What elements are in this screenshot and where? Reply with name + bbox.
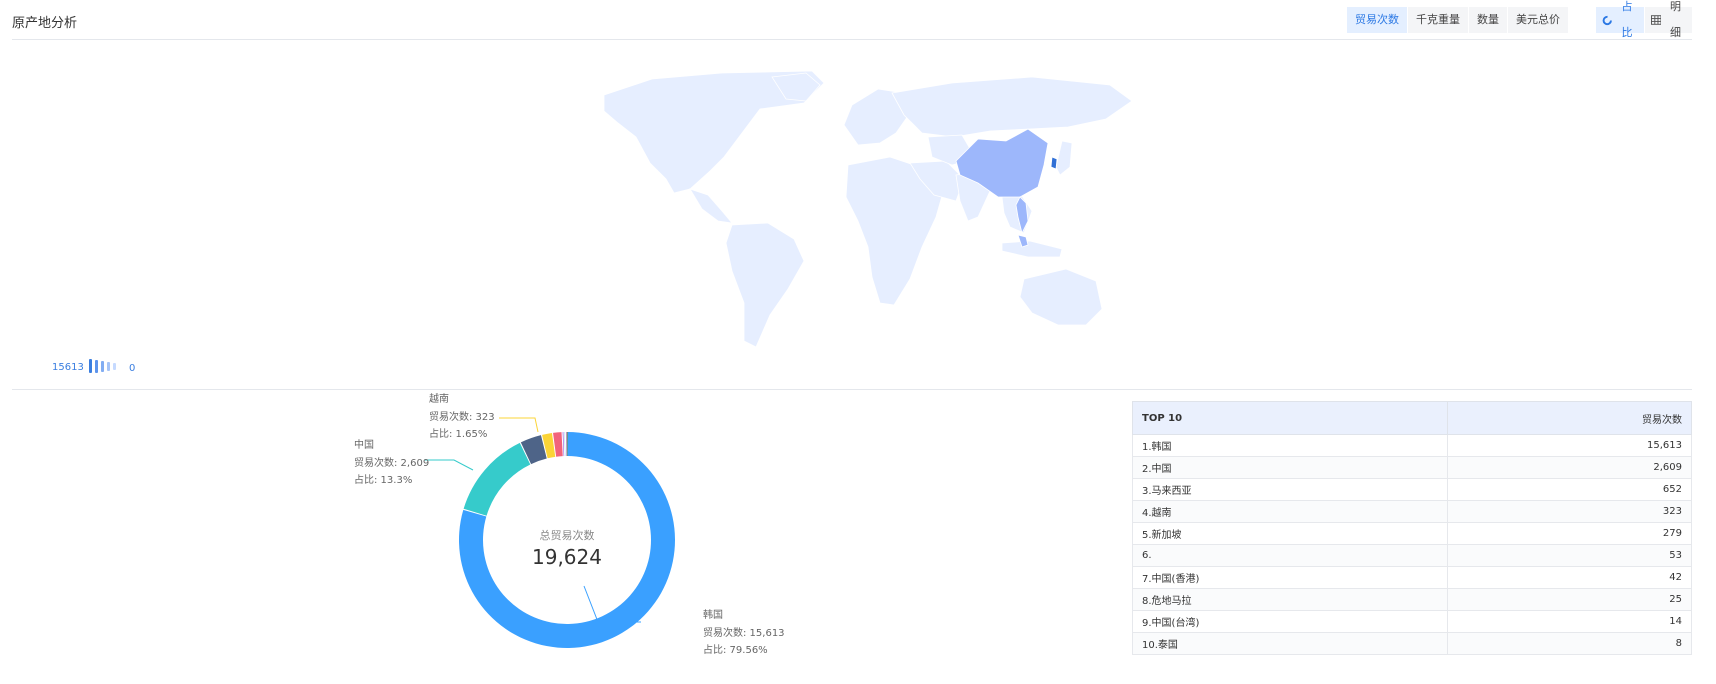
map-legend-min: 0: [129, 363, 136, 374]
cell-country: 8.危地马拉: [1131, 588, 1449, 611]
metric-usd-total-button[interactable]: 美元总价: [1508, 7, 1568, 33]
map-australia[interactable]: [1019, 268, 1103, 326]
table-header-row: TOP 10 贸易次数: [1131, 401, 1692, 435]
map-russia[interactable]: [891, 76, 1132, 138]
map-indonesia[interactable]: [1001, 240, 1063, 258]
donut-slice-2[interactable]: [463, 442, 531, 516]
view-detail-label: 明细: [1670, 0, 1681, 39]
table-header-name: TOP 10: [1131, 401, 1449, 435]
grid-icon: [1650, 15, 1661, 25]
callout-vietnam-count: 贸易次数: 323: [429, 411, 495, 423]
metric-quantity-button[interactable]: 数量: [1469, 7, 1507, 33]
table-row: 4.越南 323: [1131, 500, 1692, 523]
leader-line-china: [424, 459, 474, 471]
metric-toggle-group: 贸易次数 千克重量 数量 美元总价: [1347, 7, 1568, 33]
cell-country: 1.韩国: [1131, 434, 1449, 457]
callout-china-count: 贸易次数: 2,609: [354, 457, 430, 469]
callout-vietnam-name: 越南: [429, 394, 449, 405]
callout-china-name: 中国: [354, 440, 374, 451]
table-row: 8.危地马拉 25: [1131, 588, 1692, 611]
table-row: 9.中国(台湾) 14: [1131, 610, 1692, 633]
map-japan[interactable]: [1055, 140, 1073, 176]
cell-value: 8: [1447, 632, 1692, 655]
cell-country: 4.越南: [1131, 500, 1449, 523]
table-header-value[interactable]: 贸易次数: [1447, 401, 1692, 435]
map-central-america[interactable]: [689, 188, 733, 224]
callout-korea: 韩国 贸易次数: 15,613 占比: 79.56%: [703, 607, 785, 660]
leader-line-vietnam: [499, 417, 539, 433]
table-row: 3.马来西亚 652: [1131, 478, 1692, 501]
cell-country: 2.中国: [1131, 456, 1449, 479]
table-row: 10.泰国 8: [1131, 632, 1692, 655]
map-south-korea[interactable]: [1050, 156, 1058, 170]
donut-icon: [1602, 15, 1612, 25]
map-south-america[interactable]: [725, 222, 805, 348]
cell-value: 652: [1447, 478, 1692, 501]
callout-china-share: 占比: 13.3%: [354, 475, 413, 486]
view-detail-button[interactable]: 明细: [1644, 0, 1692, 39]
callout-vietnam: 越南 贸易次数: 323 占比: 1.65%: [429, 391, 495, 444]
page-title: 原产地分析: [12, 16, 78, 31]
donut-slice-7[interactable]: [564, 432, 566, 457]
header-bar: 原产地分析 贸易次数 千克重量 数量 美元总价 占比 明细: [12, 0, 1692, 40]
top10-table: TOP 10 贸易次数 1.韩国 15,613 2.中国 2,609 3.马来西亚 6…: [1131, 401, 1692, 655]
cell-value: 53: [1447, 544, 1692, 567]
callout-korea-share: 占比: 79.56%: [703, 645, 768, 656]
view-toggle-group: 占比 明细: [1596, 0, 1692, 39]
cell-value: 25: [1447, 588, 1692, 611]
donut-slice-6[interactable]: [562, 432, 565, 457]
cell-value: 15,613: [1447, 434, 1692, 457]
callout-vietnam-share: 占比: 1.65%: [429, 429, 488, 440]
view-share-button[interactable]: 占比: [1596, 0, 1644, 39]
cell-country: 10.泰国: [1131, 632, 1449, 655]
donut-slice-8[interactable]: [565, 432, 567, 457]
table-row: 2.中国 2,609: [1131, 456, 1692, 479]
metric-trade-count-button[interactable]: 贸易次数: [1347, 7, 1407, 33]
donut-center-label: 总贸易次数: [539, 529, 595, 542]
cell-value: 279: [1447, 522, 1692, 545]
cell-country: 7.中国(香港): [1131, 566, 1449, 589]
cell-value: 2,609: [1447, 456, 1692, 479]
table-row: 1.韩国 15,613: [1131, 434, 1692, 457]
cell-value: 14: [1447, 610, 1692, 633]
map-legend-scale: [89, 359, 116, 373]
table-row: 7.中国(香港) 42: [1131, 566, 1692, 589]
callout-korea-name: 韩国: [703, 610, 723, 621]
cell-value: 42: [1447, 566, 1692, 589]
view-share-label: 占比: [1621, 0, 1633, 39]
cell-country: 5.新加坡: [1131, 522, 1449, 545]
donut-chart-panel: 总贸易次数 19,624 韩国 贸易次数: 15,613 占比: 79.56% …: [330, 392, 810, 682]
callout-korea-count: 贸易次数: 15,613: [703, 627, 785, 639]
cell-country: 9.中国(台湾): [1131, 610, 1449, 633]
world-map: [603, 71, 1132, 348]
callout-china: 中国 贸易次数: 2,609 占比: 13.3%: [354, 437, 429, 490]
cell-country: 3.马来西亚: [1131, 478, 1449, 501]
map-legend-max: 15613: [52, 362, 84, 373]
metric-weight-kg-button[interactable]: 千克重量: [1408, 7, 1468, 33]
table-row: 6. 53: [1131, 544, 1692, 567]
cell-value: 323: [1447, 500, 1692, 523]
world-map-panel: 15613 0: [12, 41, 1692, 390]
donut-center-value: 19,624: [532, 545, 602, 569]
cell-country: 6.: [1131, 544, 1449, 567]
table-row: 5.新加坡 279: [1131, 522, 1692, 545]
